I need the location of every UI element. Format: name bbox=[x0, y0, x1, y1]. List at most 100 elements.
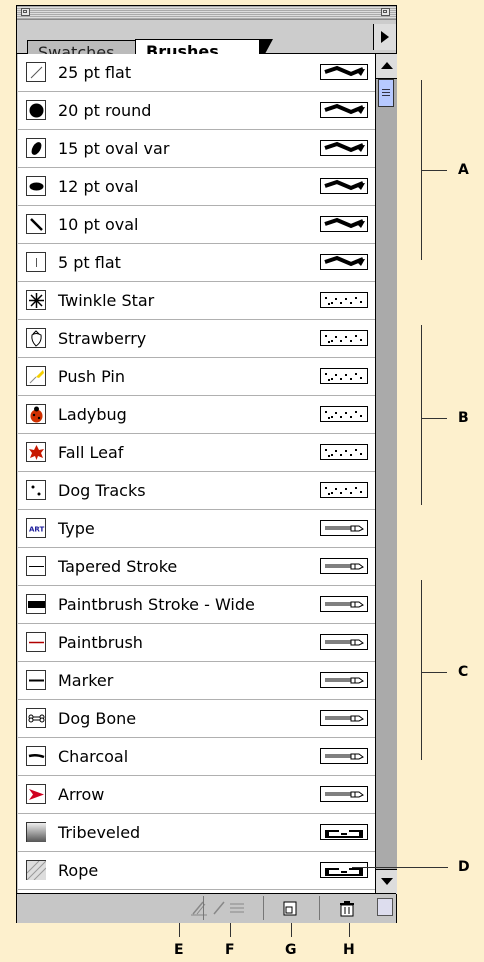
brush-row[interactable]: Marker bbox=[18, 662, 375, 700]
brush-name: 20 pt round bbox=[58, 101, 152, 120]
pattern-brush-type-icon bbox=[320, 862, 368, 878]
callout-label-b: B bbox=[458, 410, 469, 426]
brush-row[interactable]: ART Type bbox=[18, 510, 375, 548]
oval-tilted-tip-icon bbox=[26, 138, 46, 158]
brush-options-icon bbox=[213, 901, 244, 915]
new-brush-button[interactable] bbox=[263, 896, 319, 920]
brush-options-button[interactable] bbox=[203, 896, 259, 920]
brush-name: 15 pt oval var bbox=[58, 139, 170, 158]
paintbrush-stroke-icon bbox=[26, 632, 46, 652]
brush-row[interactable]: Paintbrush bbox=[18, 624, 375, 662]
callout-line-e bbox=[179, 923, 180, 937]
brush-row[interactable]: Dog Tracks bbox=[18, 472, 375, 510]
callout-tick-c bbox=[421, 672, 447, 673]
art-brush-type-icon bbox=[320, 748, 368, 764]
brush-name: 10 pt oval bbox=[58, 215, 139, 234]
callout-tick-a bbox=[421, 170, 447, 171]
calligraphic-brush-type-icon bbox=[320, 102, 368, 118]
callout-label-e: E bbox=[174, 942, 184, 958]
brush-row[interactable]: Charcoal bbox=[18, 738, 375, 776]
callout-label-g: G bbox=[285, 942, 297, 958]
close-box-icon[interactable] bbox=[21, 8, 30, 16]
panel-title-bar[interactable] bbox=[17, 6, 396, 20]
thin-diagonal-stroke-icon bbox=[26, 62, 46, 82]
art-text-icon: ART bbox=[26, 518, 46, 538]
flat-tip-icon bbox=[26, 252, 46, 272]
strawberry-icon bbox=[26, 328, 46, 348]
charcoal-stroke-icon bbox=[26, 746, 46, 766]
new-brush-icon bbox=[283, 901, 297, 916]
marker-stroke-icon bbox=[26, 670, 46, 690]
brush-row[interactable]: 20 pt round bbox=[18, 92, 375, 130]
round-tip-icon bbox=[26, 100, 46, 120]
scatter-brush-type-icon bbox=[320, 292, 368, 308]
brush-row[interactable]: Fall Leaf bbox=[18, 434, 375, 472]
brush-row[interactable]: Tapered Stroke bbox=[18, 548, 375, 586]
callout-label-h: H bbox=[343, 942, 355, 958]
oval-tip-icon bbox=[26, 176, 46, 196]
brush-name: Twinkle Star bbox=[58, 291, 155, 310]
brush-name: 5 pt flat bbox=[58, 253, 121, 272]
calligraphic-brush-type-icon bbox=[320, 254, 368, 270]
art-brush-type-icon bbox=[320, 634, 368, 650]
art-brush-type-icon bbox=[320, 558, 368, 574]
brush-row[interactable]: Arrow bbox=[18, 776, 375, 814]
brush-name: Strawberry bbox=[58, 329, 147, 348]
scroll-up-arrow-icon[interactable] bbox=[376, 54, 397, 79]
calligraphic-brush-type-icon bbox=[320, 64, 368, 80]
brush-row[interactable]: Paintbrush Stroke - Wide bbox=[18, 586, 375, 624]
svg-text:ART: ART bbox=[29, 526, 44, 534]
brush-list: 25 pt flat 20 pt round 15 pt oval var 12 pt… bbox=[18, 54, 375, 893]
callout-line-h bbox=[349, 923, 350, 937]
callout-bracket-c bbox=[421, 580, 422, 760]
brush-name: Paintbrush Stroke - Wide bbox=[58, 595, 255, 614]
brush-name: Dog Tracks bbox=[58, 481, 146, 500]
vertical-scrollbar[interactable] bbox=[375, 54, 397, 894]
zoom-box-icon[interactable] bbox=[381, 8, 390, 16]
brush-row[interactable]: 15 pt oval var bbox=[18, 130, 375, 168]
brush-row[interactable]: Ladybug bbox=[18, 396, 375, 434]
scroll-down-arrow-icon[interactable] bbox=[376, 869, 397, 894]
delete-brush-button[interactable] bbox=[319, 896, 375, 920]
brush-row[interactable]: 12 pt oval bbox=[18, 168, 375, 206]
brush-row[interactable]: Dog Bone bbox=[18, 700, 375, 738]
callout-line-g bbox=[291, 923, 292, 937]
brush-row[interactable]: 25 pt flat bbox=[18, 54, 375, 92]
ladybug-icon bbox=[26, 404, 46, 424]
scatter-brush-type-icon bbox=[320, 368, 368, 384]
tapered-stroke-icon bbox=[26, 556, 46, 576]
brush-name: Fall Leaf bbox=[58, 443, 124, 462]
brush-name: Paintbrush bbox=[58, 633, 143, 652]
rope-pattern-icon bbox=[26, 860, 47, 881]
brush-name: Rope bbox=[58, 861, 99, 880]
calligraphic-brush-type-icon bbox=[320, 178, 368, 194]
wide-stroke-icon bbox=[26, 594, 46, 614]
brush-name: Dog Bone bbox=[58, 709, 137, 728]
brush-row[interactable]: Rope bbox=[18, 852, 375, 890]
scatter-brush-type-icon bbox=[320, 482, 368, 498]
star-icon bbox=[26, 290, 46, 310]
scatter-brush-type-icon bbox=[320, 444, 368, 460]
brush-name: Marker bbox=[58, 671, 114, 690]
gradient-swatch-icon bbox=[26, 822, 46, 842]
brush-row[interactable]: Twinkle Star bbox=[18, 282, 375, 320]
brush-name: Tapered Stroke bbox=[58, 557, 178, 576]
brush-name: Arrow bbox=[58, 785, 105, 804]
brushes-panel: Swatches Brushes 25 pt flat 20 pt round 15… bbox=[16, 5, 397, 923]
brush-name: 25 pt flat bbox=[58, 63, 132, 82]
brush-row[interactable]: 5 pt flat bbox=[18, 244, 375, 282]
pattern-brush-type-icon bbox=[320, 824, 368, 840]
calligraphic-brush-type-icon bbox=[320, 140, 368, 156]
panel-menu-arrow-icon[interactable] bbox=[373, 24, 396, 50]
brush-row[interactable]: Push Pin bbox=[18, 358, 375, 396]
brush-name: 12 pt oval bbox=[58, 177, 139, 196]
scroll-thumb[interactable] bbox=[378, 79, 394, 107]
brush-row[interactable]: Tribeveled bbox=[18, 814, 375, 852]
resize-box-icon[interactable] bbox=[377, 898, 393, 916]
calligraphic-brush-type-icon bbox=[320, 216, 368, 232]
callout-label-a: A bbox=[458, 162, 469, 178]
brush-row[interactable]: 10 pt oval bbox=[18, 206, 375, 244]
brush-row[interactable]: Strawberry bbox=[18, 320, 375, 358]
callout-label-f: F bbox=[225, 942, 235, 958]
scatter-brush-type-icon bbox=[320, 406, 368, 422]
